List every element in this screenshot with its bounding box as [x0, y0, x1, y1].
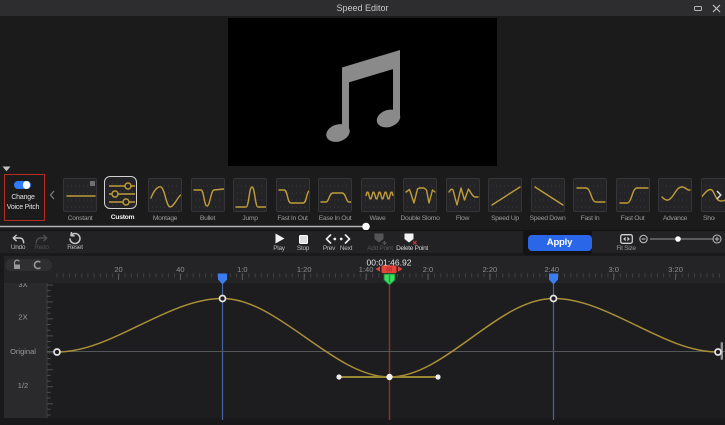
- svg-text:3:20: 3:20: [668, 265, 683, 274]
- svg-text:46: 46: [386, 267, 393, 273]
- svg-text:2:0: 2:0: [423, 265, 433, 274]
- svg-text:20: 20: [114, 265, 122, 274]
- svg-text:1:0: 1:0: [237, 265, 247, 274]
- svg-text:2:40: 2:40: [544, 265, 559, 274]
- svg-text:40: 40: [176, 265, 184, 274]
- svg-text:2X: 2X: [18, 313, 27, 322]
- svg-text:1:20: 1:20: [297, 265, 312, 274]
- svg-text:3:0: 3:0: [608, 265, 618, 274]
- svg-text:2:20: 2:20: [483, 265, 498, 274]
- svg-text:1/2: 1/2: [18, 381, 28, 390]
- svg-text:Original: Original: [10, 347, 36, 356]
